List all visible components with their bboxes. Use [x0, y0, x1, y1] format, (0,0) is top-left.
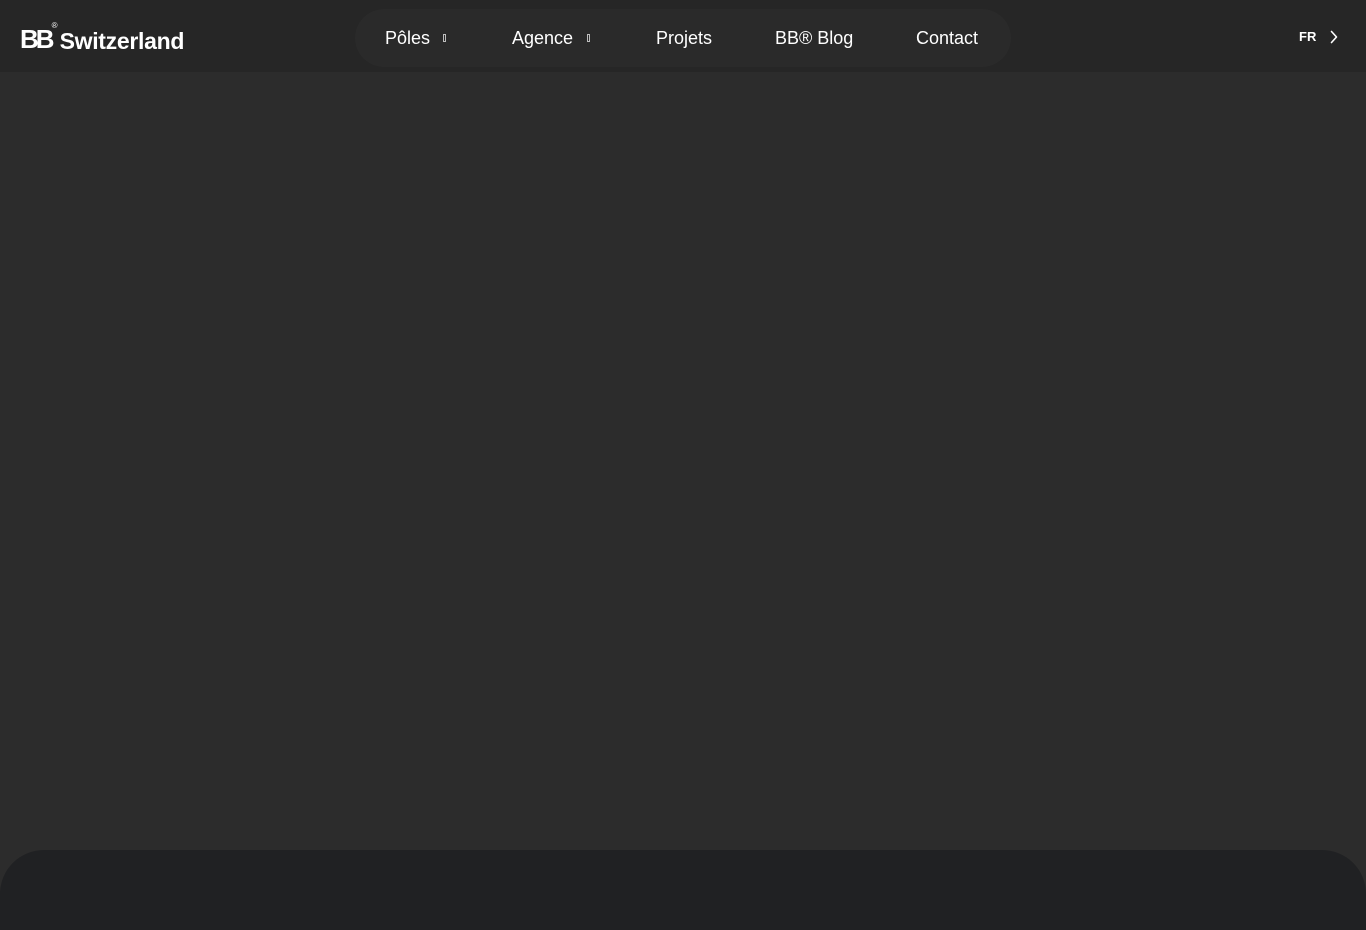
logo-name: Switzerland	[59, 28, 185, 54]
agence-dropdown-caret-icon[interactable]	[587, 34, 590, 42]
language-label: FR	[1299, 29, 1317, 44]
site-header: BB ® Switzerland Pôles Agence Projets BB…	[0, 0, 1366, 72]
hero-section	[0, 72, 1366, 850]
content-panel	[0, 850, 1366, 930]
nav-item-projets[interactable]: Projets	[656, 26, 712, 50]
nav-item-contact[interactable]: Contact	[916, 26, 978, 50]
site-logo[interactable]: BB ® Switzerland	[20, 22, 185, 55]
poles-dropdown-caret-icon[interactable]	[443, 34, 446, 42]
logo-registered-mark: ®	[51, 21, 58, 30]
nav-item-blog[interactable]: BB® Blog	[775, 26, 853, 50]
logo-mark: BB ®	[20, 22, 58, 54]
chevron-right-icon	[1328, 28, 1340, 46]
nav-item-agence[interactable]: Agence	[512, 26, 573, 50]
logo-mark-text: BB	[20, 24, 55, 54]
language-switcher[interactable]: FR	[1299, 28, 1340, 46]
nav-item-poles[interactable]: Pôles	[385, 26, 430, 50]
main-nav: Pôles Agence Projets BB® Blog Contact	[355, 9, 1011, 67]
